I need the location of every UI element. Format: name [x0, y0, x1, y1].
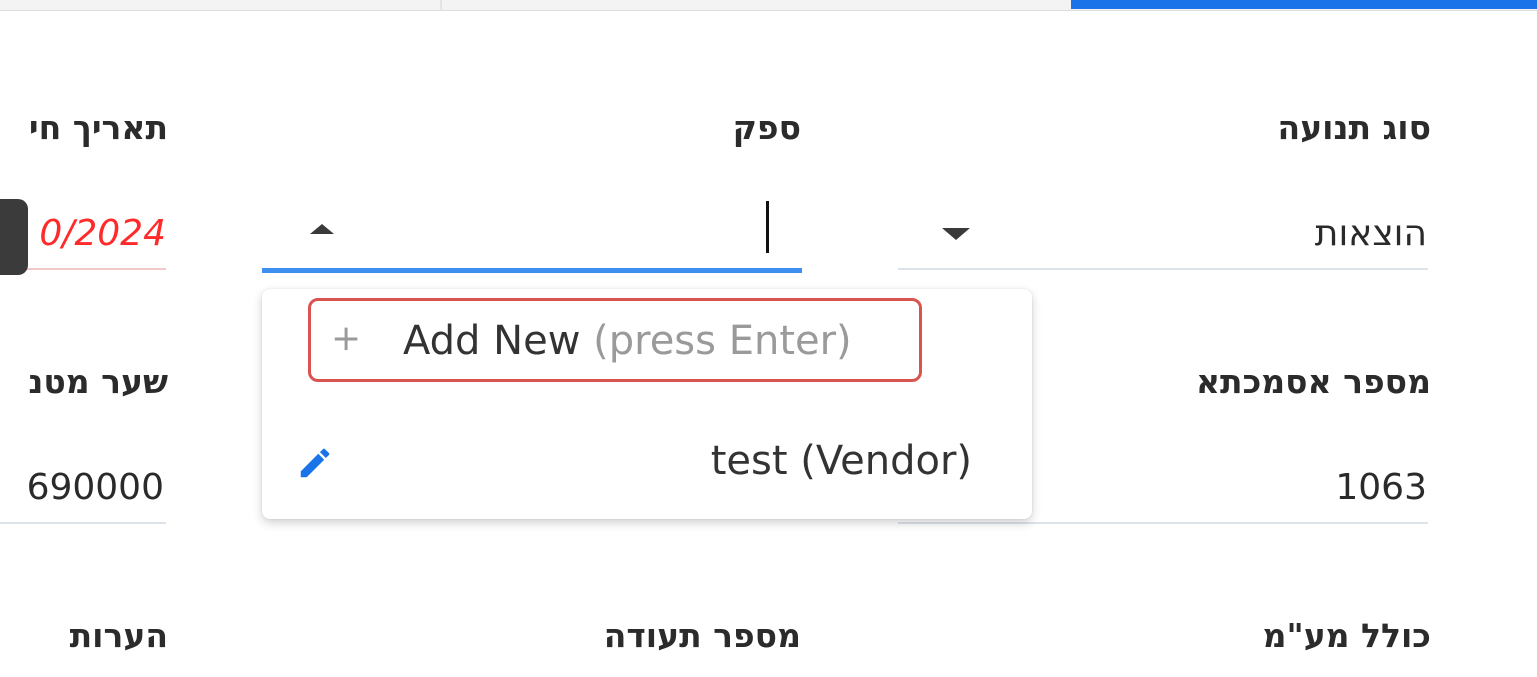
- pencil-icon[interactable]: [296, 444, 334, 482]
- add-new-text: Add New (press Enter): [403, 319, 852, 363]
- transaction-type-label: סוג תנועה: [1277, 108, 1431, 147]
- transaction-type-value: הוצאות: [1314, 213, 1427, 254]
- plus-icon: +: [331, 318, 362, 359]
- includes-vat-label: כולל מע"מ: [1262, 616, 1431, 655]
- tab-divider: [440, 0, 442, 10]
- invoice-date-label: תאריך חי: [28, 108, 168, 147]
- reference-number-label: מספר אסמכתא: [1196, 362, 1431, 401]
- chevron-up-icon[interactable]: [310, 224, 334, 234]
- vendor-input-underline: [262, 268, 802, 273]
- text-cursor: [766, 201, 769, 253]
- document-number-label: מספר תעודה: [603, 616, 801, 655]
- chevron-down-icon[interactable]: [942, 228, 970, 240]
- vendor-dropdown: + Add New (press Enter) test (Vendor): [262, 289, 1032, 519]
- exchange-rate-label: שער מטנ: [28, 362, 168, 401]
- tab-strip: [0, 0, 1537, 11]
- vendor-option-label: test (Vendor): [710, 438, 972, 484]
- reference-number-value: 1063: [1335, 467, 1427, 508]
- scroll-handle[interactable]: [0, 199, 28, 275]
- active-tab-indicator[interactable]: [1071, 0, 1537, 9]
- add-new-hint: (press Enter): [593, 318, 852, 364]
- add-new-option[interactable]: + Add New (press Enter): [308, 298, 922, 382]
- transaction-type-underline: [898, 268, 1428, 270]
- add-new-label: Add New: [403, 318, 581, 364]
- transaction-form: סוג תנועה ספק תאריך חי הוצאות 0/2024 מספ…: [0, 0, 1537, 677]
- invoice-date-value: 0/2024: [39, 213, 166, 254]
- exchange-rate-underline: [0, 522, 166, 524]
- vendor-label: ספק: [732, 108, 801, 147]
- notes-label: הערות: [69, 616, 168, 655]
- exchange-rate-value: 690000: [26, 467, 164, 508]
- reference-number-underline: [898, 522, 1428, 524]
